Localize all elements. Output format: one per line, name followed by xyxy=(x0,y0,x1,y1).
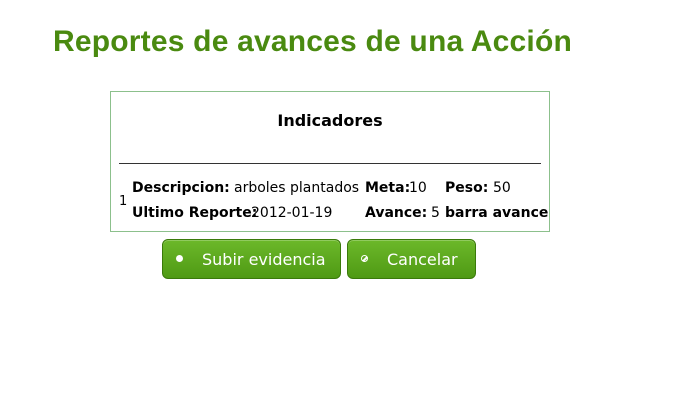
ultimo-reporte-label: Ultimo Reporte: xyxy=(132,205,258,221)
indicators-panel: Indicadores 1 Descripcion: arboles plant… xyxy=(110,91,550,232)
avance-label: Avance: xyxy=(365,205,428,221)
cancel-button[interactable]: Cancelar xyxy=(347,239,476,279)
divider xyxy=(119,163,541,164)
ultimo-reporte-value: 2012-01-19 xyxy=(251,205,333,221)
meta-label: Meta: xyxy=(365,180,411,196)
indicators-heading: Indicadores xyxy=(277,111,383,130)
avance-value: 5 xyxy=(431,205,440,221)
meta-value: 10 xyxy=(409,180,427,196)
descripcion-label: Descripcion: xyxy=(132,180,230,196)
descripcion-value: arboles plantados xyxy=(234,180,360,196)
dot-icon xyxy=(176,255,184,263)
upload-evidence-label: Subir evidencia xyxy=(202,249,326,269)
cancel-label: Cancelar xyxy=(387,249,458,269)
cancel-icon xyxy=(361,255,369,263)
upload-evidence-button[interactable]: Subir evidencia xyxy=(162,239,341,279)
page-title: Reportes de avances de una Acción xyxy=(53,25,573,58)
peso-label: Peso: xyxy=(445,180,489,196)
progress-bar-label: barra avance xyxy=(445,205,549,221)
peso-value: 50 xyxy=(493,180,511,196)
row-index: 1 xyxy=(119,194,128,209)
